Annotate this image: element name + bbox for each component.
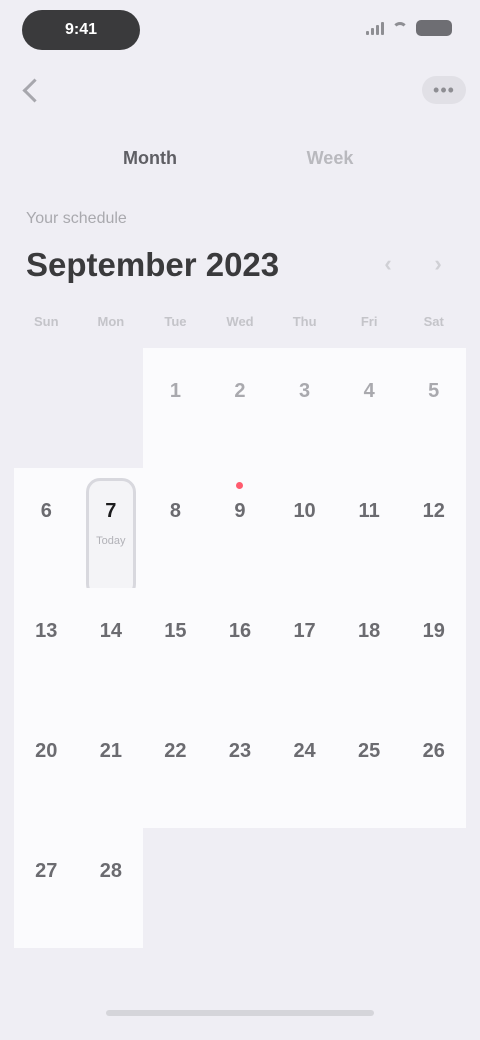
tab-month[interactable]: Month xyxy=(60,136,240,180)
day-cell[interactable]: 17 xyxy=(272,588,337,708)
back-chevron-icon[interactable] xyxy=(22,78,47,103)
status-bar: 9:41 xyxy=(0,0,480,60)
day-number: 5 xyxy=(428,380,440,402)
day-cell[interactable]: 5 xyxy=(401,348,466,468)
home-indicator[interactable] xyxy=(106,1010,374,1016)
day-number: 14 xyxy=(99,620,122,642)
day-cell[interactable]: 6 xyxy=(14,468,79,588)
day-cell[interactable]: 27 xyxy=(14,828,79,948)
weekday-label: Sat xyxy=(423,314,444,329)
day-cell[interactable]: 18 xyxy=(336,588,402,708)
weekday-label: Fri xyxy=(360,314,378,329)
day-number: 22 xyxy=(164,740,187,762)
weekday-label: Mon xyxy=(97,314,125,329)
day-number: 9 xyxy=(234,500,246,522)
day-cell[interactable]: 24 xyxy=(272,708,337,828)
day-number: 25 xyxy=(358,740,381,762)
navigation-bar: ••• xyxy=(0,76,480,112)
month-title: September 2023 xyxy=(26,246,280,283)
status-time-pill: 9:41 xyxy=(22,10,140,50)
status-indicators xyxy=(366,20,452,36)
day-cell[interactable]: 15 xyxy=(143,588,208,708)
day-number: 10 xyxy=(293,500,316,522)
wifi-icon xyxy=(392,22,408,34)
view-segmented-control: Month Week xyxy=(60,136,420,180)
day-cell[interactable]: 4 xyxy=(336,348,402,468)
day-cell[interactable]: 28 xyxy=(78,828,144,948)
day-cell[interactable]: 26 xyxy=(401,708,466,828)
today-indicator-dot xyxy=(236,482,244,489)
day-number: 4 xyxy=(363,380,375,402)
cellular-signal-icon xyxy=(366,21,384,35)
day-number: 3 xyxy=(299,380,311,402)
day-number: 8 xyxy=(169,500,181,522)
day-cell[interactable]: 16 xyxy=(207,588,273,708)
day-number: 6 xyxy=(40,500,52,522)
day-number: 7 xyxy=(105,500,117,522)
weekday-label: Wed xyxy=(226,314,254,329)
more-options-icon[interactable]: ••• xyxy=(422,76,466,104)
day-cell[interactable]: 2 xyxy=(207,348,273,468)
calendar-grid: 1 2 3 4 5 6 7 Today 8 9 10 11 12 13 14 15 16 17 18 19 20 21 22… xyxy=(14,348,466,948)
day-number: 28 xyxy=(99,860,122,882)
next-month-chevron-icon[interactable]: › xyxy=(424,250,452,278)
day-cell[interactable]: 25 xyxy=(336,708,402,828)
weekday-label: Thu xyxy=(292,314,317,329)
day-number: 23 xyxy=(228,740,252,762)
day-cell[interactable]: 12 xyxy=(401,468,466,588)
day-number: 16 xyxy=(228,620,252,642)
day-cell[interactable]: 23 xyxy=(207,708,273,828)
day-cell[interactable]: 13 xyxy=(14,588,79,708)
status-time: 9:41 xyxy=(64,21,98,38)
day-cell[interactable]: 7 Today xyxy=(78,468,144,598)
battery-icon xyxy=(416,20,452,36)
day-number: 24 xyxy=(293,740,316,762)
day-cell[interactable]: 11 xyxy=(336,468,402,588)
day-cell[interactable]: 20 xyxy=(14,708,79,828)
day-number: 27 xyxy=(35,860,58,882)
day-number: 11 xyxy=(358,500,380,522)
weekday-label: Sun xyxy=(34,314,59,329)
day-number: 18 xyxy=(358,620,381,642)
day-cell[interactable]: 8 xyxy=(143,468,208,588)
day-cell[interactable]: 10 xyxy=(272,468,337,588)
day-cell[interactable]: 22 xyxy=(143,708,208,828)
day-cell[interactable]: 3 xyxy=(272,348,337,468)
selected-day-tag: Today xyxy=(96,535,126,547)
empty-day-cell xyxy=(14,348,79,468)
day-number: 26 xyxy=(422,740,445,762)
day-number: 21 xyxy=(99,740,122,762)
day-cell[interactable]: 9 xyxy=(207,468,273,588)
tab-week[interactable]: Week xyxy=(240,136,420,180)
day-number: 15 xyxy=(164,620,187,642)
day-number: 17 xyxy=(293,620,316,642)
day-cell[interactable]: 21 xyxy=(78,708,144,828)
day-cell[interactable]: 14 xyxy=(78,588,144,708)
day-number: 1 xyxy=(169,380,181,402)
day-number: 13 xyxy=(35,620,58,642)
day-cell[interactable]: 19 xyxy=(401,588,466,708)
day-number: 20 xyxy=(35,740,58,762)
weekday-label: Tue xyxy=(164,314,187,329)
previous-month-chevron-icon[interactable]: ‹ xyxy=(374,250,402,278)
month-navigation: ‹ › xyxy=(374,250,452,278)
day-number: 12 xyxy=(422,500,445,522)
day-number: 19 xyxy=(422,620,445,642)
month-subtitle: Your schedule xyxy=(26,210,127,227)
month-header: Your schedule September 2023 ‹ › xyxy=(26,206,454,286)
day-number: 2 xyxy=(234,380,246,402)
weekday-header: Sun Mon Tue Wed Thu Fri Sat xyxy=(14,314,466,336)
day-cell[interactable]: 1 xyxy=(143,348,208,468)
empty-day-cell xyxy=(79,348,144,468)
